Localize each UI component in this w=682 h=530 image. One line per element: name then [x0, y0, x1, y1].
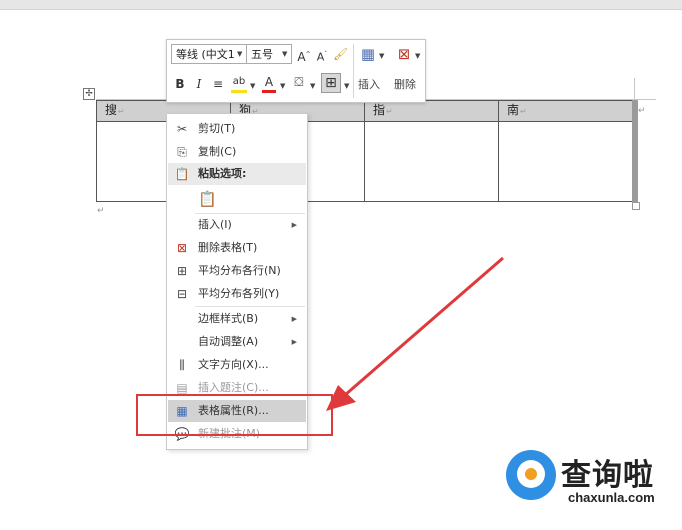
watermark-logo: 查询啦 chaxunla.com — [506, 450, 676, 510]
logo-url: chaxunla.com — [568, 490, 655, 505]
logo-q-icon — [506, 450, 556, 500]
logo-name: 查询啦 — [561, 458, 654, 493]
